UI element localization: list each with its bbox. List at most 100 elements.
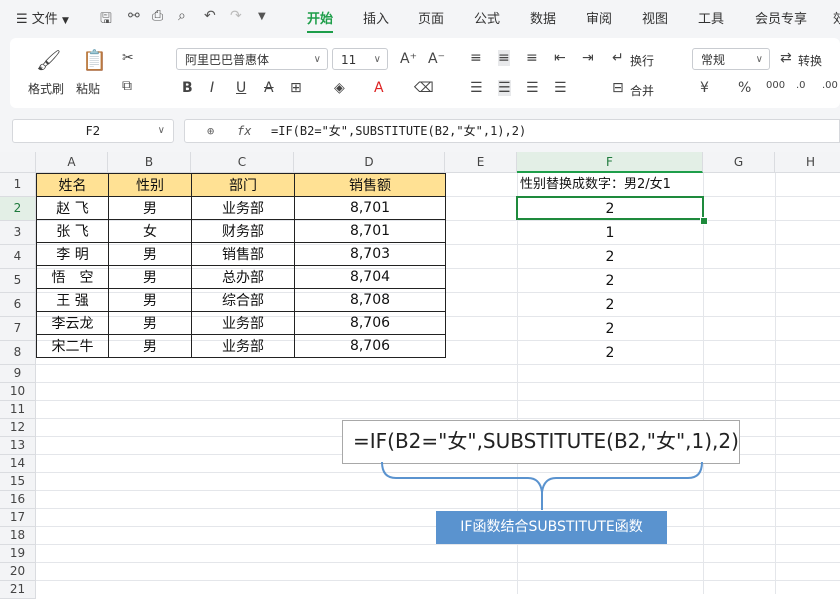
currency-icon[interactable]: ¥ (700, 80, 709, 96)
select-all-corner[interactable] (0, 152, 36, 173)
paste-icon[interactable]: 📋 (82, 48, 107, 72)
row-header[interactable]: 8 (0, 341, 36, 365)
table-cell[interactable]: 女 (108, 219, 192, 243)
tab-formulas[interactable]: 公式 (474, 8, 500, 27)
add-decimal-icon[interactable]: .0 (796, 80, 806, 91)
wrap-text-button[interactable]: 换行 (630, 52, 654, 69)
table-cell[interactable]: 男 (108, 288, 192, 312)
tab-tools[interactable]: 工具 (698, 8, 724, 27)
table-cell[interactable]: 8,701 (294, 196, 446, 220)
tab-insert[interactable]: 插入 (363, 8, 389, 27)
cut-icon[interactable]: ✂ (122, 50, 134, 66)
table-cell[interactable]: 王 强 (36, 288, 109, 312)
align-right-icon[interactable]: ☰ (526, 80, 539, 96)
row-header[interactable]: 14 (0, 455, 36, 473)
print-icon[interactable]: ⎙ (152, 8, 163, 24)
convert-button[interactable]: 转换 (798, 52, 822, 69)
link-icon[interactable]: ⚯ (128, 8, 140, 24)
convert-icon[interactable]: ⇄ (780, 50, 792, 66)
table-cell[interactable]: 8,704 (294, 265, 446, 289)
name-box[interactable]: F2 ∨ (12, 119, 174, 143)
row-header[interactable]: 16 (0, 491, 36, 509)
row-header[interactable]: 11 (0, 401, 36, 419)
table-cell[interactable]: 男 (108, 265, 192, 289)
row-header[interactable]: 3 (0, 221, 36, 245)
table-cell[interactable]: 宋二牛 (36, 334, 109, 358)
column-header-f[interactable]: F (517, 152, 703, 173)
f-column-cell[interactable]: 2 (517, 245, 703, 269)
justify-icon[interactable]: ☰ (554, 80, 567, 96)
row-header[interactable]: 7 (0, 317, 36, 341)
font-color-icon[interactable]: A (374, 80, 384, 96)
table-cell[interactable]: 李 明 (36, 242, 109, 266)
tab-view[interactable]: 视图 (642, 8, 668, 27)
table-cell[interactable]: 业务部 (191, 311, 295, 335)
column-header-a[interactable]: A (36, 152, 108, 173)
fill-handle[interactable] (700, 217, 708, 225)
f-column-cell[interactable]: 2 (517, 269, 703, 293)
fx-icon[interactable]: fx (237, 120, 251, 142)
thousands-icon[interactable]: 000 (766, 80, 785, 91)
table-cell[interactable]: 男 (108, 242, 192, 266)
font-name-select[interactable]: 阿里巴巴普惠体 ∨ (176, 48, 328, 70)
table-cell[interactable]: 8,701 (294, 219, 446, 243)
header-cell[interactable]: 姓名 (36, 173, 109, 197)
main-menu-button[interactable]: ☰ 文件 ▼ (16, 8, 69, 27)
formula-input[interactable]: ⊕ fx =IF(B2="女",SUBSTITUTE(B2,"女",1),2) (184, 119, 840, 143)
border-icon[interactable]: ⊞ (290, 80, 302, 96)
column-header-b[interactable]: B (108, 152, 191, 173)
table-cell[interactable]: 8,706 (294, 334, 446, 358)
table-cell[interactable]: 财务部 (191, 219, 295, 243)
increase-indent-icon[interactable]: ⇥ (582, 50, 594, 66)
align-left-icon[interactable]: ☰ (470, 80, 483, 96)
column-header-c[interactable]: C (191, 152, 294, 173)
tab-efficiency[interactable]: 效 (833, 8, 840, 27)
align-top-icon[interactable]: ≡ (470, 50, 482, 66)
header-cell[interactable]: 部门 (191, 173, 295, 197)
merge-icon[interactable]: ⊟ (612, 80, 624, 96)
format-painter-icon[interactable]: 🖌 (36, 48, 61, 72)
f-column-header[interactable]: 性别替换成数字：男2/女1 (517, 173, 703, 197)
undo-icon[interactable]: ↶ (204, 8, 216, 24)
table-cell[interactable]: 综合部 (191, 288, 295, 312)
column-header-e[interactable]: E (445, 152, 517, 173)
tab-data[interactable]: 数据 (530, 8, 556, 27)
row-header[interactable]: 10 (0, 383, 36, 401)
table-cell[interactable]: 销售部 (191, 242, 295, 266)
increase-font-icon[interactable]: A⁺ (400, 51, 417, 67)
percent-icon[interactable]: % (738, 80, 751, 96)
table-cell[interactable]: 总办部 (191, 265, 295, 289)
copy-icon[interactable]: ⧉ (122, 78, 132, 94)
chevron-down-icon[interactable]: ▼ (258, 11, 266, 22)
underline-icon[interactable]: U (236, 80, 246, 96)
row-header[interactable]: 13 (0, 437, 36, 455)
row-header[interactable]: 2 (0, 197, 36, 221)
table-cell[interactable]: 业务部 (191, 196, 295, 220)
column-header-h[interactable]: H (775, 152, 840, 173)
f-column-cell[interactable]: 2 (517, 293, 703, 317)
table-cell[interactable]: 男 (108, 311, 192, 335)
row-header[interactable]: 18 (0, 527, 36, 545)
tab-page[interactable]: 页面 (418, 8, 444, 27)
save-icon[interactable]: 🖫 (100, 8, 112, 32)
remove-decimal-icon[interactable]: .00 (822, 80, 838, 91)
redo-icon[interactable]: ↷ (230, 8, 242, 24)
tab-member[interactable]: 会员专享 (755, 8, 807, 27)
table-cell[interactable]: 男 (108, 196, 192, 220)
row-header[interactable]: 15 (0, 473, 36, 491)
table-cell[interactable]: 8,706 (294, 311, 446, 335)
f-column-cell[interactable]: 1 (517, 221, 703, 245)
wrap-text-icon[interactable]: ↵ (612, 50, 624, 66)
align-middle-icon[interactable]: ≡ (498, 50, 510, 66)
row-header[interactable]: 5 (0, 269, 36, 293)
zoom-icon[interactable]: ⊕ (207, 120, 214, 142)
tab-review[interactable]: 审阅 (586, 8, 612, 27)
row-header[interactable]: 21 (0, 581, 36, 599)
decrease-font-icon[interactable]: A⁻ (428, 51, 445, 67)
table-cell[interactable]: 男 (108, 334, 192, 358)
fill-color-icon[interactable]: ◈ (334, 80, 345, 96)
header-cell[interactable]: 销售额 (294, 173, 446, 197)
row-header[interactable]: 6 (0, 293, 36, 317)
merge-button[interactable]: 合并 (630, 82, 654, 99)
row-header[interactable]: 17 (0, 509, 36, 527)
